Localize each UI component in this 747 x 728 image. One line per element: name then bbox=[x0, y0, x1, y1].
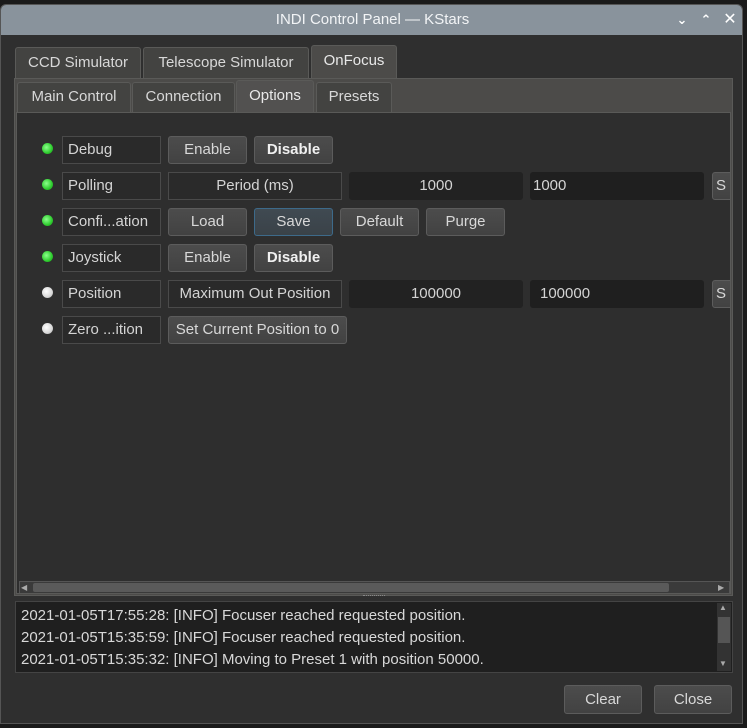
property-label-zero-position: Zero ...ition bbox=[62, 316, 161, 344]
tab-label: Main Control bbox=[31, 88, 117, 105]
tab-label: Options bbox=[249, 87, 301, 104]
max-position-current-value: 100000 bbox=[349, 280, 523, 308]
scroll-left-icon[interactable]: ◀ bbox=[21, 582, 31, 593]
tab-options[interactable]: Options bbox=[236, 80, 314, 112]
scroll-up-icon[interactable]: ▲ bbox=[719, 603, 727, 612]
joystick-enable-button[interactable]: Enable bbox=[168, 244, 247, 272]
horizontal-scrollbar[interactable]: ◀ ▶ bbox=[19, 581, 730, 593]
scroll-right-icon[interactable]: ▶ bbox=[718, 582, 728, 593]
property-label-polling: Polling bbox=[62, 172, 161, 200]
polling-element-label: Period (ms) bbox=[168, 172, 342, 200]
config-save-button[interactable]: Save bbox=[254, 208, 333, 236]
debug-enable-button[interactable]: Enable bbox=[168, 136, 247, 164]
status-light-joystick bbox=[42, 251, 53, 262]
close-icon[interactable]: ✕ bbox=[720, 5, 740, 35]
property-label-configuration: Confi...ation bbox=[62, 208, 161, 236]
title-bar: INDI Control Panel — KStars bbox=[1, 5, 742, 35]
window-title: INDI Control Panel — KStars bbox=[275, 11, 470, 28]
position-element-label: Maximum Out Position bbox=[168, 280, 342, 308]
clear-button[interactable]: Clear bbox=[564, 685, 642, 714]
splitter-handle[interactable] bbox=[363, 595, 385, 598]
tab-label: Telescope Simulator bbox=[158, 54, 294, 71]
close-button[interactable]: Close bbox=[654, 685, 732, 714]
status-light-configuration bbox=[42, 215, 53, 226]
polling-period-input[interactable]: 1000 bbox=[530, 172, 704, 200]
property-label-position: Position bbox=[62, 280, 161, 308]
indi-control-panel-window: INDI Control Panel — KStars ⌄ ⌃ ✕ CCD Si… bbox=[0, 4, 743, 724]
scroll-down-icon[interactable]: ▼ bbox=[719, 659, 727, 668]
vertical-scrollbar-thumb[interactable] bbox=[718, 617, 730, 643]
log-line: 2021-01-05T17:55:28: [INFO] Focuser reac… bbox=[21, 607, 466, 624]
property-label-debug: Debug bbox=[62, 136, 161, 164]
joystick-disable-button[interactable]: Disable bbox=[254, 244, 333, 272]
tab-onfocus[interactable]: OnFocus bbox=[311, 45, 397, 80]
tab-telescope-simulator[interactable]: Telescope Simulator bbox=[143, 47, 309, 79]
maximize-chevron-up-icon[interactable]: ⌃ bbox=[696, 5, 716, 35]
polling-set-button[interactable]: S bbox=[712, 172, 730, 200]
options-pane: Debug Enable Disable Polling Period (ms)… bbox=[16, 112, 731, 594]
debug-disable-button[interactable]: Disable bbox=[254, 136, 333, 164]
tab-main-control[interactable]: Main Control bbox=[17, 82, 131, 112]
tab-label: Connection bbox=[145, 88, 222, 105]
tab-label: Presets bbox=[328, 88, 380, 105]
position-set-button[interactable]: S bbox=[712, 280, 730, 308]
log-line: 2021-01-05T15:35:59: [INFO] Focuser reac… bbox=[21, 629, 466, 646]
status-light-zero-position bbox=[42, 323, 53, 334]
horizontal-scrollbar-thumb[interactable] bbox=[33, 583, 669, 592]
tab-presets[interactable]: Presets bbox=[316, 82, 392, 112]
tab-label: OnFocus bbox=[323, 52, 385, 69]
polling-current-value: 1000 bbox=[349, 172, 523, 200]
log-line: 2021-01-05T15:35:32: [INFO] Moving to Pr… bbox=[21, 651, 484, 668]
property-label-joystick: Joystick bbox=[62, 244, 161, 272]
status-light-debug bbox=[42, 143, 53, 154]
vertical-scrollbar[interactable]: ▲ ▼ bbox=[717, 603, 731, 671]
tab-connection[interactable]: Connection bbox=[132, 82, 235, 112]
set-current-position-zero-button[interactable]: Set Current Position to 0 bbox=[168, 316, 347, 344]
tab-label: CCD Simulator bbox=[27, 54, 129, 71]
log-view: 2021-01-05T17:55:28: [INFO] Focuser reac… bbox=[15, 601, 733, 673]
minimize-chevron-down-icon[interactable]: ⌄ bbox=[672, 5, 692, 35]
status-light-polling bbox=[42, 179, 53, 190]
tab-ccd-simulator[interactable]: CCD Simulator bbox=[15, 47, 141, 79]
config-load-button[interactable]: Load bbox=[168, 208, 247, 236]
config-default-button[interactable]: Default bbox=[340, 208, 419, 236]
max-position-input[interactable]: 100000 bbox=[530, 280, 704, 308]
status-light-position bbox=[42, 287, 53, 298]
config-purge-button[interactable]: Purge bbox=[426, 208, 505, 236]
